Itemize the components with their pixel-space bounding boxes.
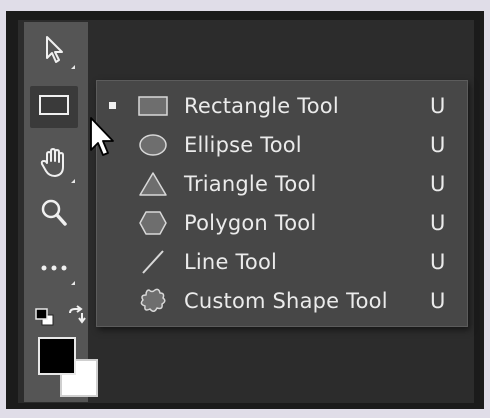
polygon-icon	[137, 209, 169, 237]
tools-panel	[24, 22, 98, 402]
menu-item-shortcut: U	[430, 289, 446, 313]
default-colors-icon[interactable]	[34, 307, 56, 327]
menu-item-shortcut: U	[430, 211, 446, 235]
menu-item-shortcut: U	[430, 250, 446, 274]
ellipse-icon	[137, 131, 169, 159]
submenu-indicator	[71, 281, 75, 285]
rectangle-icon	[137, 92, 169, 120]
menu-item-shortcut: U	[430, 133, 446, 157]
submenu-indicator	[71, 65, 75, 69]
menu-item-label: Polygon Tool	[184, 211, 317, 235]
menu-item-label: Triangle Tool	[184, 172, 317, 196]
move-tool-button[interactable]	[30, 30, 78, 72]
selected-bullet	[109, 102, 116, 109]
workspace-panel: Rectangle Tool U Ellipse Tool U Triangle…	[18, 20, 474, 403]
submenu-indicator	[71, 179, 75, 183]
swap-colors-icon[interactable]	[66, 305, 88, 327]
rectangle-tool-button[interactable]	[30, 86, 78, 128]
more-tools-icon	[39, 258, 69, 277]
zoom-tool-button[interactable]	[30, 194, 78, 236]
line-icon	[137, 248, 169, 276]
menu-item-polygon-tool[interactable]: Polygon Tool U	[97, 204, 467, 243]
menu-item-shortcut: U	[430, 172, 446, 196]
menu-item-label: Rectangle Tool	[184, 94, 339, 118]
move-arrow-icon	[41, 34, 67, 68]
rectangle-icon	[38, 93, 70, 121]
color-swatches	[38, 337, 98, 397]
menu-item-label: Custom Shape Tool	[184, 289, 388, 313]
menu-item-shortcut: U	[430, 94, 446, 118]
triangle-icon	[137, 170, 169, 198]
menu-item-custom-shape-tool[interactable]: Custom Shape Tool U	[97, 282, 467, 321]
menu-item-line-tool[interactable]: Line Tool U	[97, 243, 467, 282]
menu-item-triangle-tool[interactable]: Triangle Tool U	[97, 165, 467, 204]
more-tools-button[interactable]	[30, 246, 78, 288]
menu-item-label: Ellipse Tool	[184, 133, 302, 157]
custom-shape-icon	[137, 287, 169, 315]
menu-item-rectangle-tool[interactable]: Rectangle Tool U	[97, 87, 467, 126]
menu-item-ellipse-tool[interactable]: Ellipse Tool U	[97, 126, 467, 165]
menu-item-label: Line Tool	[184, 250, 278, 274]
mouse-pointer-icon	[88, 116, 118, 160]
shape-tools-flyout: Rectangle Tool U Ellipse Tool U Triangle…	[96, 80, 468, 327]
hand-tool-button[interactable]	[30, 144, 78, 186]
foreground-color-swatch[interactable]	[38, 337, 76, 375]
app-frame: Rectangle Tool U Ellipse Tool U Triangle…	[6, 11, 484, 409]
zoom-icon	[39, 197, 69, 233]
hand-icon	[39, 147, 69, 183]
